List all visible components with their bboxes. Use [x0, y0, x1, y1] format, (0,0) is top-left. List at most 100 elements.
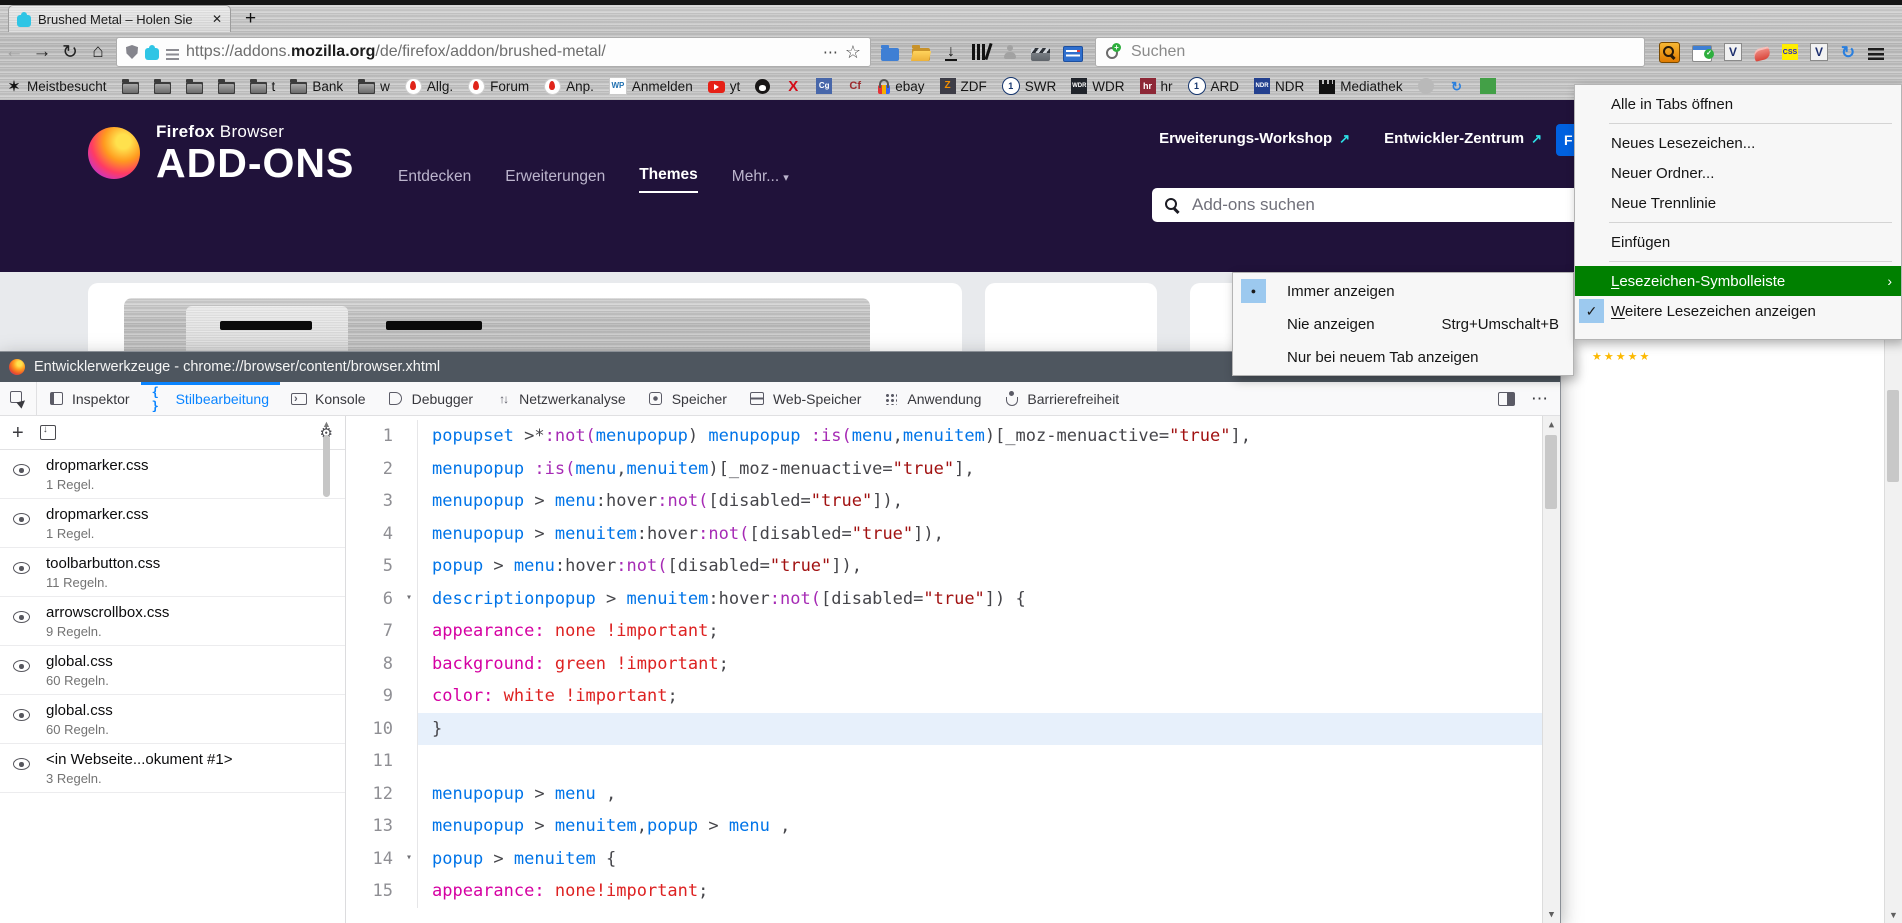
amo-nav-erweiterungen[interactable]: Erweiterungen	[505, 168, 605, 193]
visibility-eye-icon[interactable]	[13, 513, 31, 525]
bookmark-item[interactable]	[154, 79, 171, 94]
code-line[interactable]: 4menupopup > menuitem:hover:not([disable…	[346, 518, 1543, 551]
code-line[interactable]: 15appearance: none!important;	[346, 875, 1543, 908]
meatball-menu-icon[interactable]: ⋯	[1531, 389, 1548, 409]
page-scrollbar-thumb[interactable]	[1887, 390, 1899, 482]
forward-button[interactable]: →	[28, 41, 56, 63]
search-bar[interactable]	[1095, 37, 1645, 67]
amo-nav-mehr[interactable]: Mehr...▾	[732, 168, 789, 193]
find-orange-icon[interactable]	[1659, 42, 1680, 63]
tracking-shield-icon[interactable]	[126, 45, 138, 59]
code-line[interactable]: 14▾popup > menuitem {	[346, 843, 1543, 876]
fold-marker-icon[interactable]: ▾	[406, 852, 412, 863]
stylesheet-row[interactable]: <in Webseite...okument #1>3 Regeln.	[0, 744, 345, 793]
bookmark-item[interactable]: X	[785, 78, 801, 94]
visibility-eye-icon[interactable]	[13, 464, 31, 476]
bookmark-star-icon[interactable]: ☆	[845, 42, 861, 63]
bookmark-item[interactable]	[1418, 78, 1434, 94]
visibility-eye-icon[interactable]	[13, 758, 31, 770]
bookmark-item[interactable]: Bank	[290, 79, 343, 94]
home-button[interactable]: ⌂	[84, 41, 112, 63]
bookmark-item[interactable]: 1ARD	[1188, 77, 1240, 95]
folder-open-yellow-icon[interactable]	[912, 48, 930, 61]
code-line[interactable]: 1popupset >*:not(menupopup) menupopup :i…	[346, 420, 1543, 453]
bookmark-item[interactable]	[122, 79, 139, 94]
bookmark-item[interactable]: WPAnmelden	[609, 77, 693, 95]
menu-item[interactable]: ✓Weitere Lesezeichen anzeigen	[1575, 296, 1901, 326]
code-line[interactable]: 3menupopup > menu:hover:not([disabled="t…	[346, 485, 1543, 518]
menu-item[interactable]: Neue Trennlinie	[1575, 188, 1901, 218]
page-actions-icon[interactable]: ⋯	[823, 43, 838, 61]
stylesheet-row[interactable]: arrowscrollbox.css9 Regeln.	[0, 597, 345, 646]
extension-puzzle-icon[interactable]	[145, 48, 159, 60]
stylesheet-row[interactable]: dropmarker.css1 Regel.	[0, 499, 345, 548]
sidebar-scrollbar-thumb[interactable]	[323, 435, 330, 497]
visibility-eye-icon[interactable]	[13, 562, 31, 574]
code-line[interactable]: 5popup > menu:hover:not([disabled="true"…	[346, 550, 1543, 583]
bookmark-item[interactable]: 1SWR	[1002, 77, 1057, 95]
bookmark-item[interactable]: w	[358, 79, 390, 94]
sidebar-list-icon[interactable]	[1063, 46, 1083, 62]
devtools-tab-anwendung[interactable]: Anwendung	[872, 382, 992, 415]
visibility-eye-icon[interactable]	[13, 611, 31, 623]
devtools-tab-debugger[interactable]: Debugger	[377, 382, 485, 415]
new-stylesheet-button[interactable]: +	[12, 423, 24, 443]
visibility-eye-icon[interactable]	[13, 709, 31, 721]
bookmark-item[interactable]: ↻	[1449, 78, 1465, 94]
scroll-up-icon[interactable]: ▲	[321, 419, 332, 429]
calendar-check-icon[interactable]	[1692, 45, 1712, 62]
bookmark-item[interactable]: ✶Meistbesucht	[6, 78, 107, 94]
devtools-tab-stilbearbeitung[interactable]: Stilbearbeitung	[141, 382, 280, 415]
amo-nav-themes[interactable]: Themes	[639, 166, 698, 193]
bookmark-item[interactable]	[186, 79, 203, 94]
hamburger-icon[interactable]	[1868, 48, 1884, 60]
menu-item[interactable]: Lesezeichen-Symbolleiste›	[1575, 266, 1901, 296]
back-button[interactable]: ←	[0, 41, 28, 63]
browser-tab[interactable]: Brushed Metal – Holen Sie ✕	[8, 5, 231, 32]
sidebar-scrollbar[interactable]: ▲	[321, 419, 332, 497]
code-line[interactable]: 8background: green !important;	[346, 648, 1543, 681]
person-gray-icon[interactable]	[1002, 44, 1018, 60]
bookmark-item[interactable]	[218, 79, 235, 94]
fold-marker-icon[interactable]: ▾	[406, 592, 412, 603]
bookmark-item[interactable]: yt	[708, 79, 741, 94]
menu-item[interactable]: Alle in Tabs öffnen	[1575, 89, 1901, 119]
dock-panel-icon[interactable]	[1498, 392, 1515, 406]
devtools-tab-netzwerkanalyse[interactable]: Netzwerkanalyse	[484, 382, 637, 415]
devtools-tab-speicher[interactable]: Speicher	[637, 382, 738, 415]
bookmark-item[interactable]: Cg	[816, 78, 832, 94]
code-line[interactable]: 6▾descriptionpopup > menuitem:hover:not(…	[346, 583, 1543, 616]
library-icon[interactable]	[972, 44, 989, 60]
code-line[interactable]: 13menupopup > menuitem,popup > menu ,	[346, 810, 1543, 843]
bookmark-item[interactable]: ebay	[878, 79, 924, 94]
menu-item[interactable]: Neuer Ordner...	[1575, 158, 1901, 188]
new-tab-button[interactable]: +	[245, 9, 256, 28]
amo-search-input[interactable]	[1190, 194, 1554, 216]
devtools-tab-konsole[interactable]: Konsole	[280, 382, 377, 415]
code-editor[interactable]: 1popupset >*:not(menupopup) menupopup :i…	[346, 416, 1560, 923]
page-scrollbar[interactable]: ▼	[1884, 272, 1902, 923]
bookmark-item[interactable]: ZZDF	[940, 78, 987, 94]
permissions-icon[interactable]	[166, 49, 179, 60]
submenu-item[interactable]: Nie anzeigenStrg+Umschalt+B	[1233, 308, 1573, 341]
submenu-item[interactable]: ●Immer anzeigen	[1233, 275, 1573, 308]
code-line[interactable]: 2menupopup :is(menu,menuitem)[_moz-menua…	[346, 453, 1543, 486]
devtools-tab-barrierefreiheit[interactable]: Barrierefreiheit	[992, 382, 1130, 415]
bookmark-item[interactable]	[1480, 78, 1496, 94]
menu-item[interactable]: Einfügen	[1575, 227, 1901, 257]
stylesheet-row[interactable]: dropmarker.css1 Regel.	[0, 450, 345, 499]
devtools-tab-web-speicher[interactable]: Web-Speicher	[738, 382, 872, 415]
bookmark-item[interactable]: t	[250, 79, 276, 94]
reload-button[interactable]: ↻	[56, 41, 84, 64]
css-badge-icon[interactable]: CSS	[1782, 44, 1798, 60]
tab-close-icon[interactable]: ✕	[212, 12, 222, 26]
code-line[interactable]: 9color: white !important;	[346, 680, 1543, 713]
stylesheet-row[interactable]: toolbarbutton.css11 Regeln.	[0, 548, 345, 597]
bookmark-item[interactable]: WDRWDR	[1071, 78, 1124, 94]
bookmark-item[interactable]: Allg.	[405, 78, 453, 95]
import-stylesheet-icon[interactable]	[40, 425, 56, 440]
bookmark-item[interactable]: NDRNDR	[1254, 78, 1304, 94]
devtools-tab-inspektor[interactable]: Inspektor	[37, 382, 141, 415]
url-text[interactable]: https://addons.mozilla.org/de/firefox/ad…	[186, 43, 816, 61]
visibility-eye-icon[interactable]	[13, 660, 31, 672]
